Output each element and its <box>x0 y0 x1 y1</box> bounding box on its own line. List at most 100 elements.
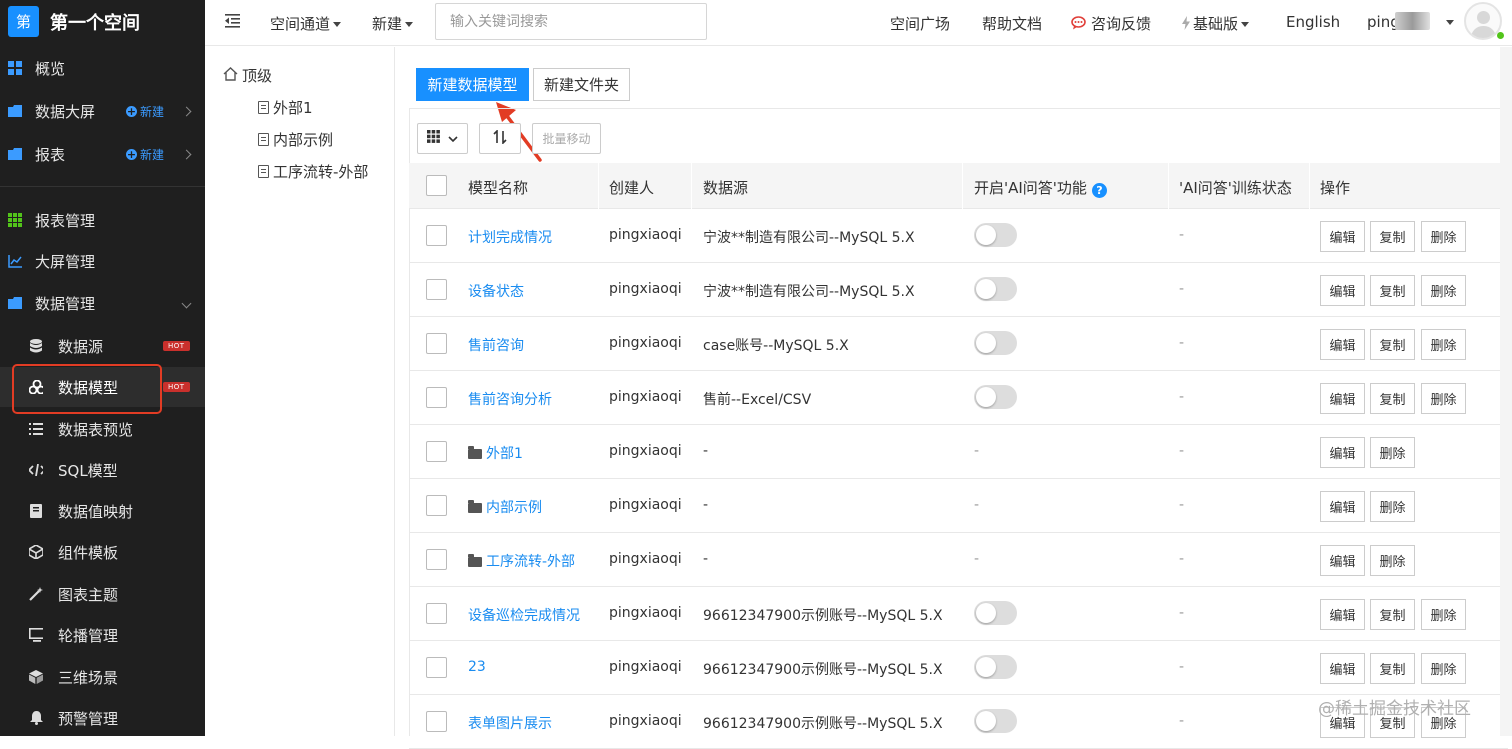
copy-button[interactable]: 复制 <box>1370 599 1415 630</box>
ai-toggle[interactable] <box>974 277 1017 301</box>
space-name[interactable]: 第一个空间 <box>50 9 140 35</box>
sidebar-item-bigscreen[interactable]: 数据大屏 + 新建 <box>0 91 205 131</box>
edit-button[interactable]: 编辑 <box>1320 545 1365 576</box>
collapse-menu-icon[interactable] <box>225 14 240 32</box>
ai-toggle[interactable] <box>974 709 1017 733</box>
delete-button[interactable]: 删除 <box>1421 329 1466 360</box>
row-checkbox[interactable] <box>426 387 447 408</box>
sidebar-item-chart-theme[interactable]: 图表主题 <box>0 574 205 614</box>
column-header-name[interactable]: 模型名称 <box>468 177 528 198</box>
edit-button[interactable]: 编辑 <box>1320 329 1365 360</box>
space-plaza-link[interactable]: 空间广场 <box>890 13 950 34</box>
space-channel-menu[interactable]: 空间通道 <box>270 13 342 34</box>
row-checkbox[interactable] <box>426 279 447 300</box>
sidebar-item-overview[interactable]: 概览 <box>0 48 205 88</box>
model-name-link[interactable]: 计划完成情况 <box>468 227 552 247</box>
delete-button[interactable]: 删除 <box>1370 437 1415 468</box>
sidebar-item-label: 数据表预览 <box>58 420 134 439</box>
row-checkbox[interactable] <box>426 711 447 732</box>
table-row: 设备状态 pingxiaoqi 宁波**制造有限公司--MySQL 5.X - 编辑 复制… <box>409 263 1508 317</box>
model-name-link[interactable]: 设备状态 <box>468 281 524 301</box>
model-name-link[interactable]: 工序流转-外部 <box>468 551 575 571</box>
tree-item-folder[interactable]: 工序流转-外部 <box>258 161 368 182</box>
sidebar-item-report[interactable]: 报表 + 新建 <box>0 134 205 174</box>
tree-root[interactable]: 顶级 <box>223 65 272 86</box>
sidebar-item-screen-mgmt[interactable]: 大屏管理 <box>0 241 205 281</box>
ai-toggle[interactable] <box>974 331 1017 355</box>
tree-item-folder[interactable]: 外部1 <box>258 97 313 118</box>
sidebar-item-datasource[interactable]: 数据源 HOT <box>0 326 205 366</box>
delete-button[interactable]: 删除 <box>1421 383 1466 414</box>
edit-button[interactable]: 编辑 <box>1320 653 1365 684</box>
row-checkbox[interactable] <box>426 333 447 354</box>
row-checkbox[interactable] <box>426 225 447 246</box>
search-input[interactable] <box>435 3 707 40</box>
plan-menu[interactable]: 基础版 <box>1182 13 1250 34</box>
delete-button[interactable]: 删除 <box>1421 221 1466 252</box>
language-switch[interactable]: English <box>1286 13 1340 31</box>
sidebar-item-data-mgmt[interactable]: 数据管理 <box>0 283 205 323</box>
row-checkbox[interactable] <box>426 603 447 624</box>
copy-button[interactable]: 复制 <box>1370 221 1415 252</box>
chevron-down-icon <box>448 131 458 147</box>
sidebar-item-3d-scene[interactable]: 三维场景 <box>0 657 205 697</box>
new-menu[interactable]: 新建 <box>372 13 414 34</box>
edit-button[interactable]: 编辑 <box>1320 491 1365 522</box>
sort-button[interactable] <box>479 123 521 154</box>
sidebar-item-carousel[interactable]: 轮播管理 <box>0 615 205 655</box>
delete-button[interactable]: 删除 <box>1421 653 1466 684</box>
model-name-link[interactable]: 23 <box>468 659 486 675</box>
column-header-ai-enable[interactable]: 开启'AI问答'功能? <box>974 177 1107 198</box>
tree-item-folder[interactable]: 内部示例 <box>258 129 333 150</box>
caret-down-icon[interactable] <box>1446 20 1454 25</box>
column-header-source[interactable]: 数据源 <box>703 177 748 198</box>
ai-toggle[interactable] <box>974 601 1017 625</box>
new-data-model-button[interactable]: 新建数据模型 <box>416 68 529 101</box>
space-logo[interactable]: 第 <box>8 6 39 37</box>
ai-toggle[interactable] <box>974 655 1017 679</box>
model-name-link[interactable]: 外部1 <box>468 443 523 463</box>
delete-button[interactable]: 删除 <box>1421 275 1466 306</box>
scrollbar[interactable] <box>1500 47 1512 736</box>
column-header-creator[interactable]: 创建人 <box>609 177 654 198</box>
sidebar-item-value-mapping[interactable]: 数据值映射 <box>0 491 205 531</box>
help-docs-link[interactable]: 帮助文档 <box>982 13 1042 34</box>
sidebar-item-alert[interactable]: 预警管理 <box>0 698 205 738</box>
view-mode-dropdown[interactable] <box>417 123 468 154</box>
ai-toggle[interactable] <box>974 223 1017 247</box>
ai-toggle[interactable] <box>974 385 1017 409</box>
model-name-link[interactable]: 售前咨询 <box>468 335 524 355</box>
new-bigscreen-button[interactable]: + 新建 <box>126 103 164 120</box>
feedback-link[interactable]: 咨询反馈 <box>1071 13 1151 34</box>
model-name-link[interactable]: 内部示例 <box>468 497 542 517</box>
edit-button[interactable]: 编辑 <box>1320 599 1365 630</box>
row-checkbox[interactable] <box>426 441 447 462</box>
sidebar-item-table-preview[interactable]: 数据表预览 <box>0 409 205 449</box>
copy-button[interactable]: 复制 <box>1370 329 1415 360</box>
help-icon[interactable]: ? <box>1091 183 1107 198</box>
delete-button[interactable]: 删除 <box>1421 599 1466 630</box>
row-checkbox[interactable] <box>426 495 447 516</box>
row-checkbox[interactable] <box>426 657 447 678</box>
edit-button[interactable]: 编辑 <box>1320 383 1365 414</box>
sidebar-item-component-template[interactable]: 组件模板 <box>0 532 205 572</box>
batch-move-button[interactable]: 批量移动 <box>532 123 601 154</box>
model-name-link[interactable]: 售前咨询分析 <box>468 389 552 409</box>
edit-button[interactable]: 编辑 <box>1320 437 1365 468</box>
new-folder-button[interactable]: 新建文件夹 <box>533 68 630 101</box>
edit-button[interactable]: 编辑 <box>1320 275 1365 306</box>
delete-button[interactable]: 删除 <box>1370 545 1415 576</box>
model-name-link[interactable]: 表单图片展示 <box>468 713 552 733</box>
copy-button[interactable]: 复制 <box>1370 653 1415 684</box>
sidebar-item-sql-model[interactable]: SQL模型 <box>0 450 205 490</box>
copy-button[interactable]: 复制 <box>1370 383 1415 414</box>
model-name-link[interactable]: 设备巡检完成情况 <box>468 605 580 625</box>
select-all-checkbox[interactable] <box>426 175 447 196</box>
edit-button[interactable]: 编辑 <box>1320 221 1365 252</box>
column-header-ai-status[interactable]: 'AI问答'训练状态 <box>1179 177 1292 198</box>
delete-button[interactable]: 删除 <box>1370 491 1415 522</box>
sidebar-item-report-mgmt[interactable]: 报表管理 <box>0 200 205 240</box>
row-checkbox[interactable] <box>426 549 447 570</box>
new-report-button[interactable]: + 新建 <box>126 146 164 163</box>
copy-button[interactable]: 复制 <box>1370 275 1415 306</box>
